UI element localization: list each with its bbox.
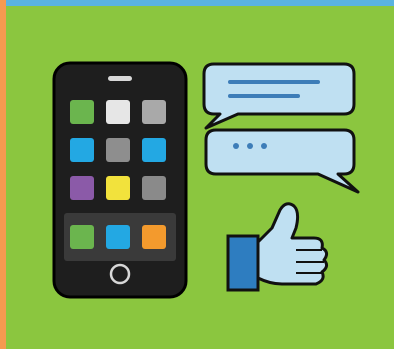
thumb-cuff [226,234,260,292]
typing-dot-2 [247,143,253,149]
app-tile [142,176,166,200]
app-tile [106,176,130,200]
app-tile [142,100,166,124]
app-tile [70,100,94,124]
top-band [0,0,394,6]
app-tile [106,138,130,162]
illustration-canvas [0,0,394,349]
dock-app-tile [142,225,166,249]
dock-grid [70,225,166,249]
app-tile [106,100,130,124]
app-tile [70,138,94,162]
dock-app-tile [106,225,130,249]
app-tile [70,176,94,200]
home-button [109,263,131,285]
app-tile [142,138,166,162]
typing-dot-1 [233,143,239,149]
app-grid [70,100,166,200]
left-stripe [0,0,6,349]
dock-app-tile [70,225,94,249]
speaker-slot [108,76,132,81]
typing-dot-3 [261,143,267,149]
smartphone-icon [52,61,188,299]
